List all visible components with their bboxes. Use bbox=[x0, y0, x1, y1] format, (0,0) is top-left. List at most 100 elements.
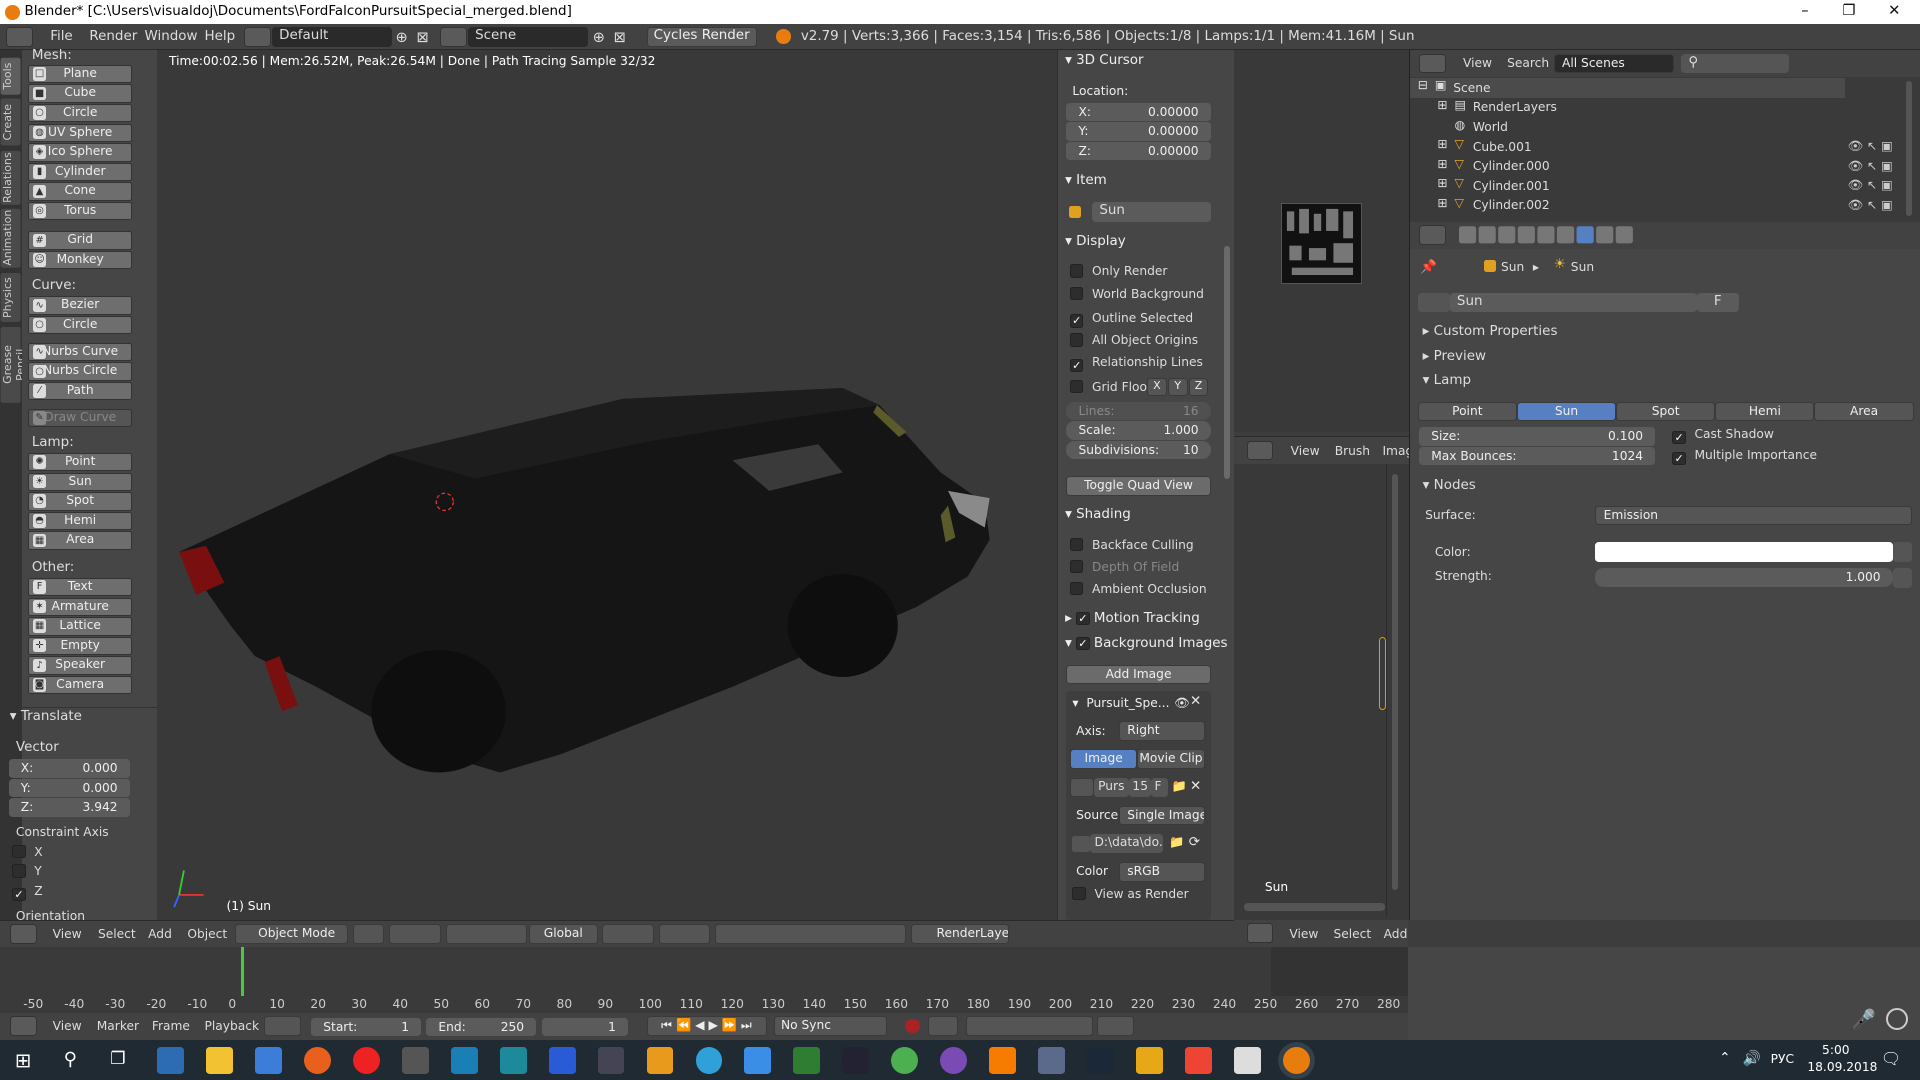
preview-range-toggles[interactable] bbox=[264, 1016, 302, 1036]
add-circle-button[interactable]: ○ Circle bbox=[28, 104, 133, 123]
image-editor[interactable]: View Brush Imag Sun bbox=[1234, 435, 1413, 920]
menu-view[interactable]: View bbox=[1289, 927, 1318, 941]
menu-file[interactable]: File bbox=[50, 29, 73, 44]
tab-image[interactable]: Image bbox=[1069, 749, 1138, 769]
image-users-count[interactable]: 15 bbox=[1128, 777, 1151, 798]
lamp-type-spot[interactable]: Spot bbox=[1616, 401, 1716, 422]
translate-y-field[interactable]: Y: 0.000 bbox=[8, 778, 130, 798]
add-image-button[interactable]: Add Image bbox=[1066, 664, 1211, 685]
tab-grease-pencil[interactable]: Grease Pencil bbox=[1, 326, 27, 403]
menu-search[interactable]: Search bbox=[1507, 56, 1549, 70]
taskbar-app-icon[interactable] bbox=[744, 1046, 772, 1074]
screen-layout-icon[interactable] bbox=[243, 26, 271, 47]
lamp-type-point[interactable]: Point bbox=[1417, 401, 1517, 422]
steam-icon[interactable] bbox=[1087, 1046, 1115, 1074]
taskbar-app-icon[interactable] bbox=[1185, 1046, 1213, 1074]
keying-set-icon[interactable] bbox=[928, 1016, 958, 1036]
menu-frame[interactable]: Frame bbox=[152, 1019, 190, 1033]
volume-icon[interactable]: 🔊 bbox=[1742, 1049, 1760, 1067]
sync-mode-dropdown[interactable]: No Sync bbox=[773, 1016, 887, 1036]
timeline[interactable]: -50 -40 -30 -20 -10 0 10 20 30 40 50 60 70 80 90 100 110… bbox=[0, 946, 1409, 1013]
editor-type-icon[interactable] bbox=[1246, 923, 1274, 943]
axis-dropdown[interactable]: Right bbox=[1118, 721, 1205, 741]
editor-type-info-icon[interactable] bbox=[6, 26, 34, 47]
menu-object[interactable]: Object bbox=[187, 927, 227, 941]
taskbar-app-icon[interactable] bbox=[156, 1046, 184, 1074]
clock-date[interactable]: 18.09.2018 bbox=[1807, 1060, 1877, 1074]
surface-shader-dropdown[interactable]: Emission bbox=[1595, 505, 1913, 526]
motion-tracking-panel-header[interactable]: ▸ ✓ Motion Tracking bbox=[1065, 611, 1200, 626]
add-bezier-button[interactable]: ∿ Bezier bbox=[28, 296, 133, 315]
image-fake-user-toggle[interactable]: F bbox=[1150, 777, 1168, 798]
blender-taskbar-icon[interactable] bbox=[1283, 1046, 1311, 1074]
multiple-importance-checkbox[interactable]: ✓ Multiple Importance bbox=[1672, 448, 1817, 466]
shading-panel-header[interactable]: ▾ Shading bbox=[1065, 507, 1131, 522]
add-lattice-button[interactable]: ▦ Lattice bbox=[28, 617, 133, 636]
color-picker-slider[interactable] bbox=[1378, 636, 1387, 710]
lamp-size-field[interactable]: Size: 0.100 bbox=[1418, 427, 1656, 446]
scale-field[interactable]: Scale: 1.000 bbox=[1066, 421, 1211, 440]
menu-add[interactable]: Add bbox=[148, 927, 172, 941]
cast-shadow-checkbox[interactable]: ✓ Cast Shadow bbox=[1672, 427, 1774, 445]
current-frame-indicator[interactable] bbox=[241, 946, 244, 996]
menu-view[interactable]: View bbox=[1463, 56, 1492, 70]
max-bounces-field[interactable]: Max Bounces: 1024 bbox=[1418, 446, 1656, 466]
constraint-y-checkbox[interactable]: Y bbox=[12, 864, 42, 879]
snap-render-toggles[interactable] bbox=[715, 924, 907, 944]
view-as-render-checkbox[interactable]: View as Render bbox=[1072, 886, 1189, 901]
windows-start-icon[interactable]: ⊞ bbox=[15, 1049, 31, 1072]
menu-view[interactable]: View bbox=[53, 927, 82, 941]
outliner-scrollbar[interactable] bbox=[1906, 80, 1913, 216]
add-point-lamp-button[interactable]: ✺ Point bbox=[28, 453, 133, 472]
add-empty-button[interactable]: ✛ Empty bbox=[28, 636, 133, 656]
render-engine-dropdown[interactable]: Cycles Render bbox=[646, 26, 757, 47]
backface-culling-checkbox[interactable]: Backface Culling bbox=[1069, 537, 1194, 552]
tray-chevron-icon[interactable]: ⌃ bbox=[1719, 1051, 1730, 1066]
custom-properties-panel-header[interactable]: ▸ Custom Properties bbox=[1423, 324, 1558, 339]
menu-add[interactable]: Add bbox=[1384, 927, 1408, 941]
add-camera-button[interactable]: ◙ Camera bbox=[28, 675, 133, 695]
outliner-row-world[interactable]: ◍ World bbox=[1410, 118, 1845, 138]
outliner-row-renderlayers[interactable]: ⊞ ▤ RenderLayers bbox=[1410, 98, 1845, 118]
close-button[interactable]: ✕ bbox=[1886, 2, 1903, 19]
image-editor-hscroll[interactable] bbox=[1244, 903, 1385, 911]
add-torus-button[interactable]: ◎ Torus bbox=[28, 202, 133, 221]
tab-create[interactable]: Create bbox=[1, 99, 21, 146]
editor-type-outliner-icon[interactable] bbox=[1418, 53, 1446, 74]
strength-socket-button[interactable] bbox=[1892, 568, 1913, 588]
toggle-quad-view-button[interactable]: Toggle Quad View bbox=[1066, 476, 1211, 496]
nodes-panel-header[interactable]: ▾ Nodes bbox=[1423, 478, 1476, 493]
remove-bg-image-icon[interactable]: ✕ bbox=[1190, 694, 1201, 709]
constraint-x-checkbox[interactable]: X bbox=[12, 844, 43, 859]
image-editor-scrollbar[interactable] bbox=[1392, 473, 1399, 890]
open-image-icon[interactable]: 📁 bbox=[1172, 779, 1187, 793]
background-images-panel-header[interactable]: ▾ ✓ Background Images bbox=[1065, 636, 1227, 651]
draw-curve-button[interactable]: ✎ Draw Curve bbox=[28, 408, 133, 428]
pin-icon[interactable]: 📌 bbox=[1420, 260, 1437, 275]
menu-select[interactable]: Select bbox=[98, 927, 136, 941]
menu-select[interactable]: Select bbox=[1333, 927, 1371, 941]
outline-selected-checkbox[interactable]: ✓ Outline Selected bbox=[1069, 311, 1193, 328]
file-explorer-icon[interactable] bbox=[205, 1046, 233, 1074]
outliner-search-input[interactable]: ⚲ bbox=[1681, 53, 1789, 74]
editor-type-timeline-icon[interactable] bbox=[9, 1016, 37, 1036]
tab-physics[interactable]: Physics bbox=[1, 273, 21, 323]
image-browse-icon[interactable] bbox=[1069, 777, 1095, 798]
display-mode-dropdown[interactable]: All Scenes bbox=[1553, 53, 1674, 74]
remove-layout-icon[interactable]: ⊠ bbox=[416, 29, 428, 46]
cursor-z-field[interactable]: Z: 0.00000 bbox=[1066, 142, 1211, 161]
end-frame-field[interactable]: End: 250 bbox=[426, 1017, 537, 1036]
grid-x-toggle[interactable]: X bbox=[1147, 378, 1167, 396]
insert-keyframe-buttons[interactable] bbox=[1097, 1016, 1134, 1036]
item-panel-header[interactable]: ▾ Item bbox=[1065, 173, 1107, 188]
add-spot-lamp-button[interactable]: ◔ Spot bbox=[28, 492, 133, 511]
menu-window[interactable]: Window bbox=[144, 29, 197, 44]
add-path-button[interactable]: ⁄ Path bbox=[28, 382, 133, 401]
editor-type-3d-icon[interactable] bbox=[9, 924, 37, 944]
lamp-panel-header[interactable]: ▾ Lamp bbox=[1423, 373, 1471, 388]
bg-image-name[interactable]: ▾ Pursuit_Spe... bbox=[1072, 696, 1169, 710]
add-cube-button[interactable]: ■ Cube bbox=[28, 84, 133, 103]
yandex-browser-icon[interactable] bbox=[352, 1046, 380, 1074]
add-cone-button[interactable]: ▲ Cone bbox=[28, 182, 133, 201]
filepath-field[interactable]: D:\data\do... bbox=[1089, 833, 1164, 854]
